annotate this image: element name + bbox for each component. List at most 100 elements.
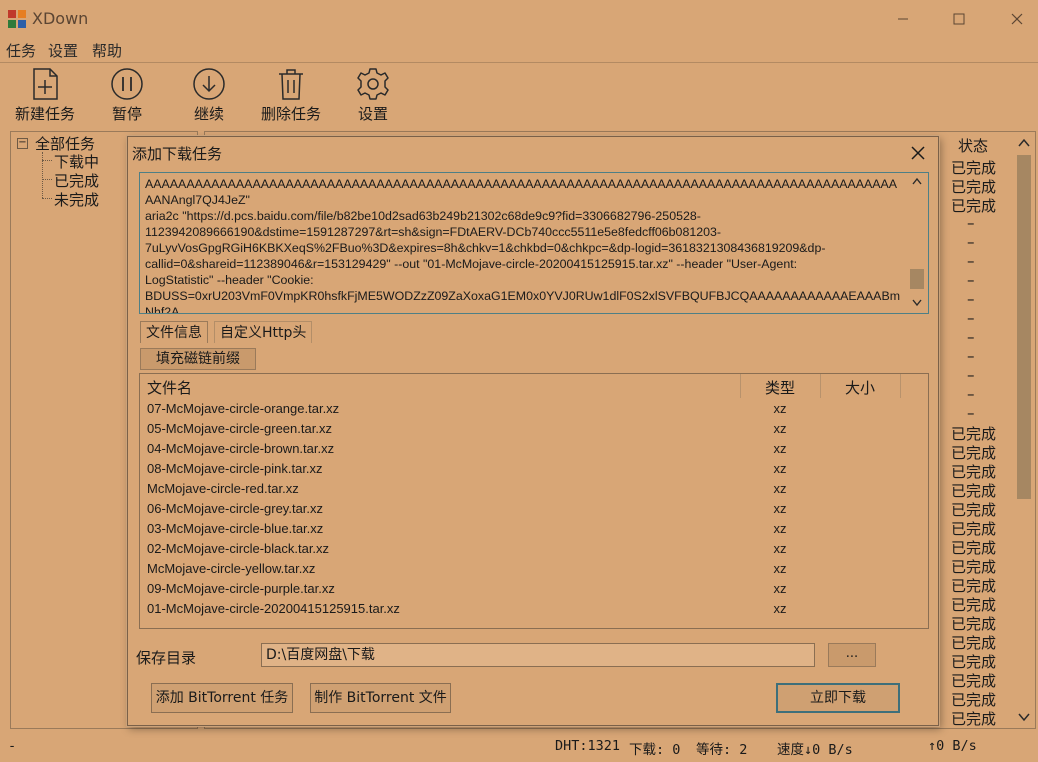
- delete-task-label: 删除任务: [256, 103, 326, 124]
- tree-collapse-icon[interactable]: −: [17, 138, 28, 149]
- scroll-up-icon[interactable]: [1018, 138, 1030, 148]
- task-status-cell: 已完成: [951, 575, 1011, 596]
- pause-button[interactable]: 暂停: [97, 67, 157, 123]
- menu-task[interactable]: 任务: [6, 40, 36, 61]
- file-type-cell: xz: [740, 481, 820, 496]
- file-row[interactable]: McMojave-circle-yellow.tar.xzxz: [140, 560, 928, 580]
- column-header-filename[interactable]: 文件名: [147, 377, 192, 398]
- task-status-cell: 已完成: [951, 423, 1011, 444]
- close-window-button[interactable]: [1003, 6, 1031, 32]
- status-column-header[interactable]: 状态: [958, 135, 988, 156]
- command-textarea[interactable]: AAAAAAAAAAAAAAAAAAAAAAAAAAAAAAAAAAAAAAAA…: [139, 172, 929, 314]
- file-name-cell: 01-McMojave-circle-20200415125915.tar.xz: [147, 601, 400, 616]
- add-bittorrent-task-button[interactable]: 添加 BitTorrent 任务: [151, 683, 293, 713]
- file-type-cell: xz: [740, 461, 820, 476]
- app-title: XDown: [32, 9, 88, 28]
- file-row[interactable]: 08-McMojave-circle-pink.tar.xz xz: [140, 460, 928, 480]
- file-type-cell: xz: [740, 541, 820, 556]
- task-status-cell: 已完成: [951, 670, 1011, 691]
- command-text[interactable]: AAAAAAAAAAAAAAAAAAAAAAAAAAAAAAAAAAAAAAAA…: [145, 176, 905, 314]
- task-status-cell: –: [951, 366, 1011, 384]
- task-status-cell: 已完成: [951, 480, 1011, 501]
- task-status-cell: –: [951, 233, 1011, 251]
- task-status-cell: 已完成: [951, 499, 1011, 520]
- task-status-cell: 已完成: [951, 708, 1011, 729]
- file-type-cell: xz: [740, 581, 820, 596]
- file-row[interactable]: 01-McMojave-circle-20200415125915.tar.xz…: [140, 600, 928, 620]
- browse-button[interactable]: ...: [828, 643, 876, 667]
- task-status-cell: –: [951, 309, 1011, 327]
- scroll-down-icon[interactable]: [1018, 712, 1030, 722]
- file-type-cell: xz: [740, 601, 820, 616]
- settings-button[interactable]: 设置: [343, 67, 403, 123]
- toolbar: 新建任务 暂停 继续 删除任务 设置: [0, 62, 1038, 124]
- trash-icon: [274, 67, 308, 101]
- file-row[interactable]: 05-McMojave-circle-green.tar.xz xz: [140, 420, 928, 440]
- delete-task-button[interactable]: 删除任务: [256, 67, 326, 123]
- file-type-cell: xz: [740, 441, 820, 456]
- file-row[interactable]: McMojave-circle-red.tar.xz xz: [140, 480, 928, 500]
- download-speed: 速度↓0 B/s: [777, 738, 853, 758]
- new-task-icon: [29, 67, 61, 101]
- command-scrollbar[interactable]: [906, 173, 928, 313]
- menu-help[interactable]: 帮助: [92, 40, 122, 61]
- menu-bar: 任务 设置 帮助: [0, 38, 1038, 62]
- save-dir-input[interactable]: D:\百度网盘\下载: [261, 643, 815, 667]
- dialog-title: 添加下载任务: [132, 143, 222, 164]
- task-status-cell: –: [951, 347, 1011, 365]
- file-row[interactable]: 04-McMojave-circle-brown.tar.xzxz: [140, 440, 928, 460]
- pause-label: 暂停: [97, 103, 157, 124]
- tab-custom-http-header[interactable]: 自定义Http头: [214, 321, 312, 343]
- gear-icon: [356, 67, 390, 101]
- file-row[interactable]: 02-McMojave-circle-black.tar.xzxz: [140, 540, 928, 560]
- dialog-close-button[interactable]: [906, 141, 930, 165]
- minimize-button[interactable]: [889, 6, 917, 32]
- close-icon: [906, 141, 930, 165]
- scroll-down-icon[interactable]: [912, 299, 922, 307]
- file-name-cell: 08-McMojave-circle-pink.tar.xz: [147, 461, 323, 476]
- task-status-cell: –: [951, 252, 1011, 270]
- task-list-scrollbar[interactable]: [1014, 133, 1034, 728]
- make-bittorrent-file-button[interactable]: 制作 BitTorrent 文件: [310, 683, 451, 713]
- file-row[interactable]: 09-McMojave-circle-purple.tar.xz xz: [140, 580, 928, 600]
- maximize-button[interactable]: [945, 6, 973, 32]
- task-status-cell: –: [951, 404, 1011, 422]
- tree-item-incomplete[interactable]: 未完成: [54, 189, 99, 210]
- command-scroll-thumb[interactable]: [910, 269, 924, 289]
- scroll-up-icon[interactable]: [912, 177, 922, 185]
- waiting-count: 等待: 2: [696, 738, 747, 758]
- tree-item-downloading[interactable]: 下载中: [54, 151, 99, 172]
- column-header-size[interactable]: 大小: [845, 377, 875, 398]
- task-status-cell: 已完成: [951, 651, 1011, 672]
- download-now-button[interactable]: 立即下载: [776, 683, 900, 713]
- resume-button[interactable]: 继续: [179, 67, 239, 123]
- file-row[interactable]: 06-McMojave-circle-grey.tar.xzxz: [140, 500, 928, 520]
- resume-label: 继续: [179, 103, 239, 124]
- file-type-cell: xz: [740, 501, 820, 516]
- fill-magnet-prefix-button[interactable]: 填充磁链前缀: [140, 348, 256, 370]
- title-bar: XDown: [0, 0, 1038, 38]
- file-name-cell: 09-McMojave-circle-purple.tar.xz: [147, 581, 335, 596]
- file-name-cell: McMojave-circle-red.tar.xz: [147, 481, 299, 496]
- task-status-cell: 已完成: [951, 157, 1011, 178]
- column-header-type[interactable]: 类型: [765, 377, 795, 398]
- file-type-cell: xz: [740, 521, 820, 536]
- tree-item-completed[interactable]: 已完成: [54, 170, 99, 191]
- file-row[interactable]: 07-McMojave-circle-orange.tar.xzxz: [140, 400, 928, 420]
- task-status-cell: 已完成: [951, 176, 1011, 197]
- file-name-cell: McMojave-circle-yellow.tar.xz: [147, 561, 315, 576]
- tab-file-info[interactable]: 文件信息: [140, 321, 208, 343]
- menu-settings[interactable]: 设置: [48, 40, 78, 61]
- new-task-button[interactable]: 新建任务: [10, 67, 80, 123]
- status-left: -: [8, 738, 16, 754]
- file-name-cell: 05-McMojave-circle-green.tar.xz: [147, 421, 332, 436]
- save-dir-label: 保存目录: [136, 647, 196, 668]
- app-logo-icon: [8, 10, 26, 28]
- task-status-cell: 已完成: [951, 556, 1011, 577]
- file-row[interactable]: 03-McMojave-circle-blue.tar.xzxz: [140, 520, 928, 540]
- task-status-cell: 已完成: [951, 632, 1011, 653]
- dht-count: DHT:1321: [555, 738, 620, 754]
- file-type-cell: xz: [740, 421, 820, 436]
- task-status-cell: –: [951, 290, 1011, 308]
- task-list-scroll-thumb[interactable]: [1017, 155, 1031, 499]
